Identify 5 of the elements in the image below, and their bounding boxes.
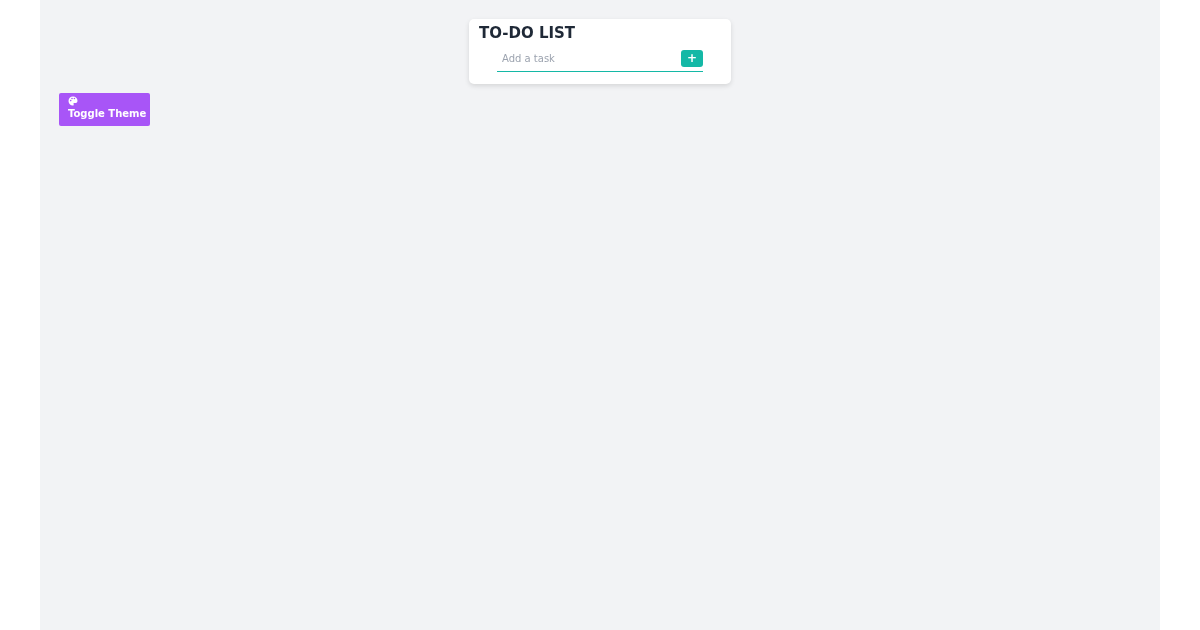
add-task-button[interactable]: + xyxy=(681,50,703,67)
palette-icon xyxy=(68,96,78,106)
app-title: TO-DO LIST xyxy=(479,24,577,42)
task-input-field[interactable]: Add a task + xyxy=(497,48,703,72)
toggle-theme-button[interactable]: Toggle Theme xyxy=(59,93,150,126)
